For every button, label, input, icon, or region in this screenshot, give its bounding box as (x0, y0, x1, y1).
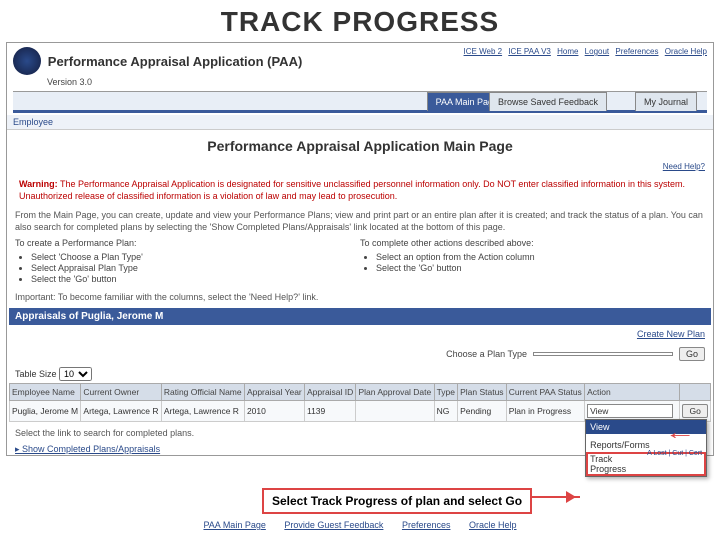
page-title: Performance Appraisal Application Main P… (7, 138, 713, 154)
col-owner: Current Owner (81, 383, 161, 400)
cell-year: 2010 (244, 400, 304, 421)
app-title: Performance Appraisal Application (PAA) (48, 54, 303, 69)
bottom-nav: PAA Main Page Provide Guest Feedback Pre… (0, 520, 720, 530)
slide-title: TRACK PROGRESS (0, 6, 720, 38)
create-new-plan-link[interactable]: Create New Plan (637, 329, 705, 339)
table-size-label: Table Size (15, 369, 57, 379)
col-approval: Plan Approval Date (356, 383, 434, 400)
col-emp: Employee Name (10, 383, 81, 400)
cell-paa: Plan in Progress (506, 400, 584, 421)
app-version: Version 3.0 (47, 77, 707, 87)
col-create-plan: To create a Performance Plan: Select 'Ch… (15, 238, 360, 286)
btm-feedback[interactable]: Provide Guest Feedback (284, 520, 383, 530)
col1-item: Select the 'Go' button (31, 274, 360, 284)
top-nav-links: ICE Web 2 ICE PAA V3 Home Logout Prefere… (460, 47, 707, 56)
col1-heading: To create a Performance Plan: (15, 238, 360, 248)
col-paa: Current PAA Status (506, 383, 584, 400)
col2-item: Select the 'Go' button (376, 263, 705, 273)
app-header: Performance Appraisal Application (PAA) … (7, 43, 713, 115)
cell-type: NG (434, 400, 458, 421)
cell-ro: Artega, Lawrence R (161, 400, 244, 421)
link-logout[interactable]: Logout (585, 47, 609, 56)
link-home[interactable]: Home (557, 47, 578, 56)
btm-main[interactable]: PAA Main Page (203, 520, 265, 530)
table-size-select[interactable]: 10 (59, 367, 92, 381)
btm-help[interactable]: Oracle Help (469, 520, 517, 530)
tab-bar: PAA Main Page Browse Saved Feedback My J… (13, 91, 707, 113)
col-year: Appraisal Year (244, 383, 304, 400)
col-ro: Rating Official Name (161, 383, 244, 400)
create-plan-row: Create New Plan (7, 325, 713, 343)
app-window: Performance Appraisal Application (PAA) … (6, 42, 714, 456)
col-action: Action (585, 383, 680, 400)
appraisals-table: Employee Name Current Owner Rating Offic… (9, 383, 711, 422)
warning-text: The Performance Appraisal Application is… (19, 179, 685, 201)
go-button-row[interactable]: Go (682, 404, 707, 418)
choose-plan-label: Choose a Plan Type (446, 349, 527, 359)
plan-type-dropdown[interactable] (533, 352, 673, 356)
cell-action: View View Reports/Forms A Lost | Cut | C… (585, 400, 680, 421)
link-iceweb[interactable]: ICE Web 2 (464, 47, 503, 56)
btm-pref[interactable]: Preferences (402, 520, 451, 530)
tab-my-journal[interactable]: My Journal (635, 92, 697, 111)
col-type: Type (434, 383, 458, 400)
cell-approval (356, 400, 434, 421)
need-help-link[interactable]: Need Help? (7, 162, 713, 171)
table-size-control: Table Size 10 (15, 367, 705, 381)
link-preferences[interactable]: Preferences (615, 47, 658, 56)
action-dropdown[interactable]: View (587, 404, 673, 418)
cell-id: 1139 (304, 400, 356, 421)
warning-box: Warning: The Performance Appraisal Appli… (15, 175, 705, 206)
col1-item: Select Appraisal Plan Type (31, 263, 360, 273)
plan-type-row: Choose a Plan Type Go (7, 343, 713, 365)
instruction-columns: To create a Performance Plan: Select 'Ch… (15, 238, 705, 286)
table-row: Puglia, Jerome M Artega, Lawrence R Arte… (10, 400, 711, 421)
important-note: Important: To become familiar with the c… (15, 292, 705, 302)
col2-heading: To complete other actions described abov… (360, 238, 705, 248)
instruction-callout: Select Track Progress of plan and select… (262, 488, 532, 514)
col2-item: Select an option from the Action column (376, 252, 705, 262)
col1-item: Select 'Choose a Plan Type' (31, 252, 360, 262)
go-button-plan[interactable]: Go (679, 347, 705, 361)
link-icepaa[interactable]: ICE PAA V3 (508, 47, 551, 56)
cell-owner: Artega, Lawrence R (81, 400, 161, 421)
section-header: Appraisals of Puglia, Jerome M (9, 308, 711, 325)
warning-label: Warning: (19, 179, 58, 189)
cell-status: Pending (458, 400, 507, 421)
cell-emp: Puglia, Jerome M (10, 400, 81, 421)
tab-saved-feedback[interactable]: Browse Saved Feedback (489, 92, 607, 111)
intro-text: From the Main Page, you can create, upda… (15, 210, 705, 233)
col-other-actions: To complete other actions described abov… (360, 238, 705, 286)
dd-aside: A Lost | Cut | Cert (647, 450, 702, 457)
agency-seal-icon (13, 47, 41, 75)
arrow-icon: ← (664, 422, 696, 445)
col-status: Plan Status (458, 383, 507, 400)
link-oraclehelp[interactable]: Oracle Help (665, 47, 707, 56)
sub-nav-employee[interactable]: Employee (7, 115, 713, 130)
col-id: Appraisal ID (304, 383, 356, 400)
